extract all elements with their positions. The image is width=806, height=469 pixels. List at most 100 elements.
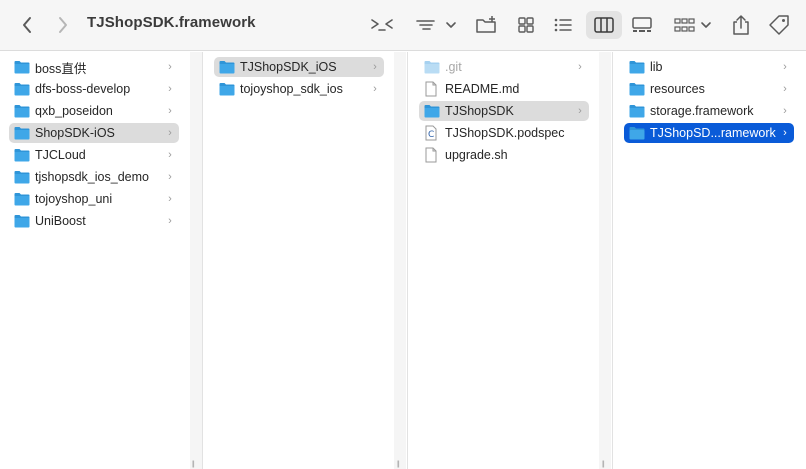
- list-item-label: TJCLoud: [35, 148, 86, 162]
- chevron-right-icon: ›: [783, 105, 787, 117]
- folder-icon: [14, 126, 30, 140]
- back-button[interactable]: [16, 11, 38, 39]
- document-icon: [424, 147, 440, 163]
- chevron-right-icon: ›: [168, 105, 172, 117]
- list-item[interactable]: tojoyshop_sdk_ios ›: [214, 79, 384, 99]
- list-item[interactable]: tojoyshop_uni ›: [9, 189, 179, 209]
- group-by-button[interactable]: [672, 11, 716, 39]
- chevron-right-icon: ›: [373, 61, 377, 73]
- folder-icon: [14, 60, 30, 74]
- list-item[interactable]: TJShopSD...ramework ›: [624, 123, 794, 143]
- list-item-label: TJShopSDK: [445, 104, 514, 118]
- list-item[interactable]: UniBoost ›: [9, 211, 179, 231]
- chevron-right-icon: ›: [783, 83, 787, 95]
- list-item[interactable]: storage.framework ›: [624, 101, 794, 121]
- chevron-right-icon: ›: [578, 105, 582, 117]
- list-item[interactable]: tjshopsdk_ios_demo ›: [9, 167, 179, 187]
- folder-icon: [629, 104, 645, 118]
- forward-button[interactable]: [52, 11, 74, 39]
- folder-icon: [219, 82, 235, 96]
- chevron-right-icon: ›: [373, 83, 377, 95]
- group-list-icon: [416, 20, 456, 30]
- chevron-right-icon: [59, 17, 67, 33]
- svg-text:C: C: [428, 130, 434, 140]
- list-item[interactable]: lib ›: [624, 57, 794, 77]
- terminal-icon: [371, 19, 393, 31]
- list-item[interactable]: upgrade.sh: [419, 145, 589, 165]
- list-item[interactable]: ShopSDK-iOS ›: [9, 123, 179, 143]
- list-item-label: tojoyshop_uni: [35, 192, 113, 206]
- chevron-right-icon: ›: [168, 149, 172, 161]
- folder-icon: [14, 192, 30, 206]
- list-item-label: TJShopSDK.podspec: [445, 126, 565, 140]
- list-item-label: TJShopSDK_iOS: [240, 60, 337, 74]
- folder-icon: [14, 82, 30, 96]
- document-icon: [424, 81, 440, 97]
- list-item[interactable]: boss直供 ›: [9, 57, 179, 77]
- tag-icon: [769, 15, 789, 35]
- list-item-label: resources: [650, 82, 705, 96]
- group-button[interactable]: [414, 11, 458, 39]
- list-item-label: README.md: [445, 82, 520, 96]
- list-item[interactable]: qxb_poseidon ›: [9, 101, 179, 121]
- column-2-resizer[interactable]: ||: [394, 52, 406, 469]
- list-item[interactable]: dfs-boss-develop ›: [9, 79, 179, 99]
- share-button[interactable]: [729, 11, 753, 39]
- list-item-label: qxb_poseidon: [35, 104, 113, 118]
- list-item-label: UniBoost: [35, 214, 86, 228]
- new-folder-button[interactable]: [474, 11, 500, 39]
- list-item-label: tjshopsdk_ios_demo: [35, 170, 149, 184]
- list-item-label: storage.framework: [650, 104, 754, 118]
- folder-icon: [219, 60, 235, 74]
- chevron-right-icon: ›: [168, 171, 172, 183]
- window-title: TJShopSDK.framework: [87, 14, 256, 31]
- gallery-view-button[interactable]: [628, 11, 656, 39]
- folder-icon: [14, 170, 30, 184]
- list-item-label: TJShopSD...ramework: [650, 126, 776, 140]
- list-item-label: boss直供: [35, 61, 87, 76]
- new-folder-icon: [476, 16, 496, 33]
- folder-icon: [424, 60, 440, 74]
- chevron-right-icon: ›: [783, 127, 787, 139]
- list-item[interactable]: TJCLoud ›: [9, 145, 179, 165]
- list-item[interactable]: TJShopSDK_iOS ›: [214, 57, 384, 77]
- column-view-icon: [594, 17, 614, 33]
- folder-icon: [629, 82, 645, 96]
- share-icon: [733, 15, 749, 35]
- chevron-right-icon: ›: [783, 61, 787, 73]
- folder-icon: [14, 214, 30, 228]
- column-3-resizer[interactable]: ||: [599, 52, 611, 469]
- icon-view-button[interactable]: [512, 11, 540, 39]
- chevron-right-icon: ›: [168, 61, 172, 73]
- list-item-label: upgrade.sh: [445, 148, 508, 162]
- list-view-icon: [554, 18, 572, 32]
- chevron-right-icon: ›: [168, 127, 172, 139]
- list-item[interactable]: resources ›: [624, 79, 794, 99]
- column-view-button[interactable]: [586, 11, 622, 39]
- list-item-label: dfs-boss-develop: [35, 82, 131, 96]
- group-grid-icon: [674, 18, 711, 32]
- list-item[interactable]: C TJShopSDK.podspec: [419, 123, 589, 143]
- chevron-right-icon: ›: [578, 61, 582, 73]
- chevron-right-icon: ›: [168, 193, 172, 205]
- terminal-button[interactable]: [368, 11, 396, 39]
- podspec-file-icon: C: [424, 125, 440, 141]
- tag-button[interactable]: [766, 11, 792, 39]
- list-item-label: tojoyshop_sdk_ios: [240, 82, 343, 96]
- column-1-resizer[interactable]: ||: [190, 52, 202, 469]
- list-item-label: .git: [445, 60, 462, 74]
- chevron-right-icon: ›: [168, 215, 172, 227]
- folder-icon: [14, 148, 30, 162]
- list-item[interactable]: .git ›: [419, 57, 589, 77]
- list-view-button[interactable]: [549, 11, 577, 39]
- gallery-view-icon: [632, 17, 652, 32]
- column-2: [203, 52, 394, 469]
- list-item-label: lib: [650, 60, 663, 74]
- list-item[interactable]: TJShopSDK ›: [419, 101, 589, 121]
- icon-view-icon: [518, 17, 534, 33]
- list-item[interactable]: README.md: [419, 79, 589, 99]
- folder-icon: [629, 60, 645, 74]
- list-item-label: ShopSDK-iOS: [35, 126, 115, 140]
- chevron-right-icon: ›: [168, 83, 172, 95]
- folder-icon: [424, 104, 440, 118]
